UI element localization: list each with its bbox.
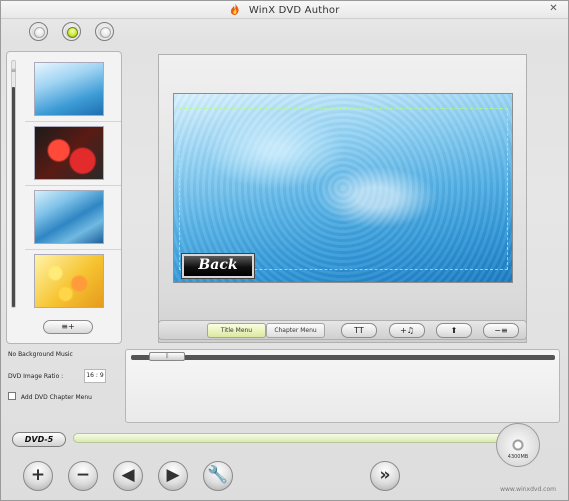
move-up-button[interactable]: ⬆: [436, 323, 472, 338]
title-area: WinX DVD Author: [1, 3, 568, 18]
step-3-button[interactable]: [95, 22, 114, 41]
move-left-button[interactable]: ◀: [113, 461, 143, 491]
add-background-button[interactable]: ≡+: [43, 320, 93, 334]
plus-icon: +: [30, 465, 46, 485]
preview-back-button[interactable]: Back: [181, 253, 255, 279]
title-bar: WinX DVD Author ✕: [1, 1, 568, 19]
scroll-thumb[interactable]: [12, 87, 15, 307]
background-thumbnail-yellow-flowers[interactable]: [34, 254, 104, 308]
menu-preview-canvas[interactable]: Back: [173, 93, 513, 283]
move-right-button[interactable]: ▶: [158, 461, 188, 491]
background-thumbnail-blue-ripple[interactable]: [34, 62, 104, 116]
chapter-menu-option[interactable]: Add DVD Chapter Menu: [8, 392, 92, 401]
music-progress-track[interactable]: ||: [131, 352, 555, 361]
safe-area-guide: [179, 108, 508, 270]
settings-button[interactable]: 🔧: [203, 461, 233, 491]
step-2-button[interactable]: [62, 22, 81, 41]
add-video-button[interactable]: +: [23, 461, 53, 491]
music-progress-handle[interactable]: ||: [149, 352, 185, 361]
remove-video-button[interactable]: −: [68, 461, 98, 491]
disc-capacity-label: 4300MB: [507, 454, 529, 460]
close-button[interactable]: ✕: [545, 2, 562, 15]
tab-chapter-menu[interactable]: Chapter Menu: [266, 323, 325, 338]
music-timeline-panel: ||: [125, 349, 560, 423]
ratio-select[interactable]: 16 : 9: [84, 369, 106, 383]
list-item[interactable]: [25, 186, 121, 250]
disc-capacity-bar: [73, 433, 508, 443]
chapter-menu-label: Add DVD Chapter Menu: [20, 394, 92, 401]
background-library-panel: ≡ ≡+: [6, 51, 122, 344]
app-window: WinX DVD Author ✕ ≡ ≡+ Back Title Menu C…: [0, 0, 569, 501]
add-music-button[interactable]: +♫: [389, 323, 425, 338]
list-item[interactable]: [25, 250, 121, 314]
scroll-grip-icon: ≡: [11, 67, 17, 74]
background-thumbnail-blue-wave[interactable]: [34, 190, 104, 244]
remove-item-button[interactable]: −≡: [483, 323, 519, 338]
background-thumbnail-red-flowers[interactable]: [34, 126, 104, 180]
minus-icon: −: [75, 465, 91, 485]
menu-preview-frame: Back: [158, 54, 527, 343]
website-link[interactable]: www.winxdvd.com: [500, 486, 556, 493]
arrow-left-icon: ◀: [121, 465, 135, 485]
background-thumbnail-list: [25, 58, 121, 314]
wrench-icon: 🔧: [207, 465, 229, 485]
next-step-button[interactable]: »: [370, 461, 400, 491]
flame-logo-icon: [229, 3, 241, 18]
disc-icon: 4300MB: [496, 423, 540, 467]
arrow-right-icon: ▶: [166, 465, 180, 485]
dvd-type-select[interactable]: DVD-5: [12, 432, 66, 447]
step-1-button[interactable]: [29, 22, 48, 41]
double-chevron-right-icon: »: [379, 465, 391, 485]
background-music-status: No Background Music: [8, 351, 73, 358]
tab-title-menu[interactable]: Title Menu: [207, 323, 266, 338]
background-scrollbar[interactable]: ≡: [11, 60, 16, 308]
menu-tabs-toolbar: Title Menu Chapter Menu TT +♫ ⬆ −≡: [158, 320, 527, 340]
list-item[interactable]: [25, 58, 121, 122]
chapter-menu-checkbox[interactable]: [8, 392, 16, 400]
list-item[interactable]: [25, 122, 121, 186]
window-title: WinX DVD Author: [248, 5, 340, 16]
add-text-button[interactable]: TT: [341, 323, 377, 338]
ratio-label: DVD Image Ratio :: [8, 373, 64, 380]
